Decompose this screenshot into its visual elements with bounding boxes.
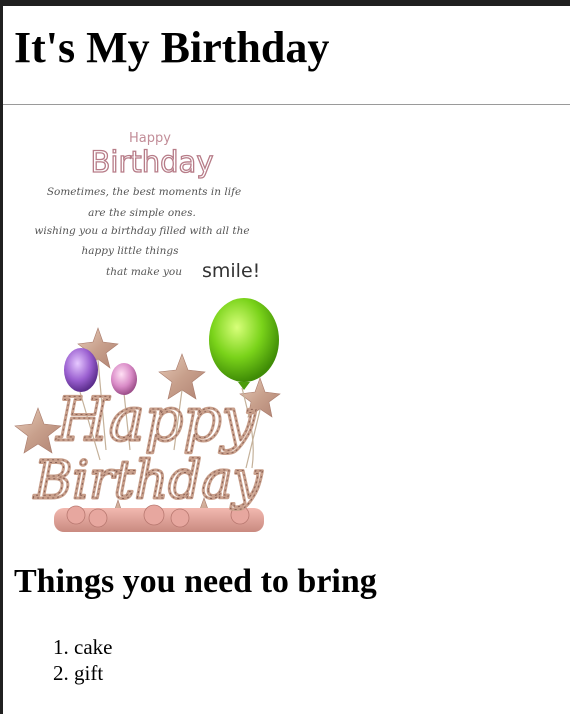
card-quote-line-2: are the simple ones. (88, 207, 196, 219)
topper-happy-sparkle: Happy (56, 385, 257, 455)
birthday-card-image: Happy Birthday Sometimes, the best momen… (14, 120, 290, 532)
green-balloon (209, 298, 279, 382)
card-quote-line-5: that make you (106, 266, 182, 278)
card-smile-text: smile! (202, 260, 260, 282)
page-title: It's My Birthday (14, 23, 330, 72)
card-quote-line-1: Sometimes, the best moments in life (47, 186, 241, 198)
window-top-border (0, 0, 570, 6)
horizontal-rule (3, 104, 570, 105)
card-quote-line-3: wishing you a birthday filled with all t… (34, 225, 249, 237)
window-left-border (0, 0, 3, 714)
card-birthday-text: Birthday (91, 145, 214, 179)
topper-birthday-sparkle: Birthday (33, 451, 262, 511)
card-happy-text: Happy (129, 131, 171, 146)
list-item: cake (74, 634, 112, 660)
list-item: gift (74, 660, 112, 686)
card-quote-line-4: happy little things (81, 245, 179, 257)
bring-list: cake gift (14, 634, 112, 686)
section-heading: Things you need to bring (14, 563, 377, 600)
